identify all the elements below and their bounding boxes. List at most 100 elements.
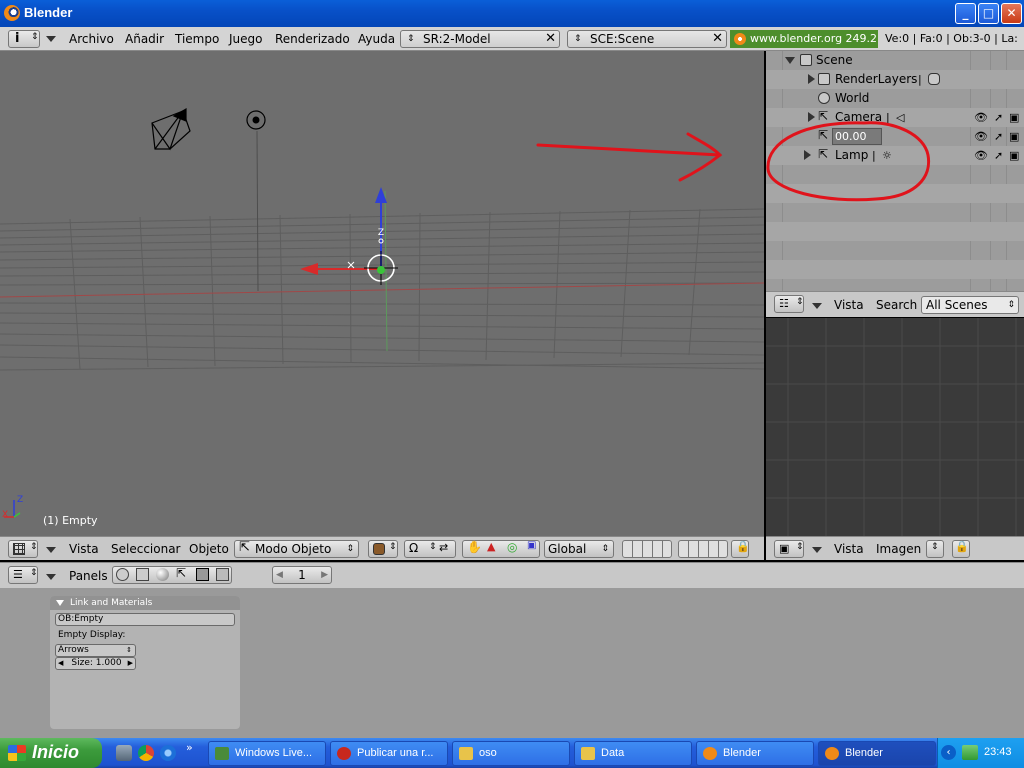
object-name-field[interactable]: OB:Empty: [55, 613, 235, 626]
empty-display-label: Empty Display:: [58, 630, 126, 640]
menu-vista[interactable]: Vista: [834, 298, 864, 312]
orientation-select[interactable]: Global ⇕: [544, 540, 614, 558]
increment-icon[interactable]: ▶: [321, 567, 328, 583]
mode-select[interactable]: ⇱ Modo Objeto ⇕: [234, 540, 359, 558]
lock-button[interactable]: 🔒: [952, 540, 970, 558]
shading-icon: [156, 568, 169, 581]
close-icon[interactable]: ✕: [545, 31, 556, 47]
frame-field[interactable]: ◀ 1 ▶: [272, 566, 332, 584]
task-blender-1[interactable]: Blender: [696, 741, 814, 766]
task-data[interactable]: Data: [574, 741, 692, 766]
image-browse-button[interactable]: ⇕: [926, 540, 944, 558]
windows-logo-icon: [8, 745, 26, 761]
pivot-select[interactable]: Ω ⇕ ⇄: [404, 540, 456, 558]
red-annotation-circle: [766, 121, 931, 202]
increment-icon[interactable]: ▶: [128, 658, 133, 669]
scene-field[interactable]: ⇕ SCE:Scene ✕: [567, 30, 727, 48]
start-button[interactable]: Inicio: [0, 738, 102, 768]
task-opera[interactable]: Publicar una r...: [330, 741, 448, 766]
maximize-button[interactable]: □: [978, 3, 999, 24]
task-windows-live[interactable]: Windows Live...: [208, 741, 326, 766]
updown-icon: ⇕: [796, 297, 804, 307]
script-icon: [136, 568, 149, 581]
menu-anadir[interactable]: Añadir: [125, 32, 164, 46]
more-icon[interactable]: »: [186, 741, 193, 754]
camera-object[interactable]: [151, 107, 191, 151]
manipulator-buttons[interactable]: ✋ ▲ ◎ ▣: [462, 540, 540, 558]
translate-icon: ▲: [487, 540, 496, 553]
y-axis-line: [384, 190, 388, 352]
context-buttons[interactable]: ⇱: [112, 566, 232, 584]
editor-type-select[interactable]: ☷ ⇕: [774, 295, 804, 313]
clock: 23:43: [984, 746, 1012, 758]
menu-imagen[interactable]: Imagen: [876, 542, 921, 556]
rotate-icon: ◎: [507, 540, 518, 554]
internet-explorer-icon[interactable]: [160, 745, 176, 761]
logic-icon: [116, 568, 129, 581]
frame-value: 1: [298, 568, 306, 582]
3d-viewport[interactable]: Z Z X (1) Empty: [0, 51, 764, 536]
updown-icon: ⇕: [30, 568, 38, 578]
draw-type-select[interactable]: ⇕: [368, 540, 398, 558]
outliner[interactable]: Scene RenderLayers | World ⇱ Camera | ◁ …: [766, 51, 1024, 291]
scope-select[interactable]: All Scenes ⇕: [921, 296, 1019, 314]
menu-tiempo[interactable]: Tiempo: [175, 32, 219, 46]
layer-buttons-1[interactable]: [622, 540, 672, 558]
collapse-menu-icon[interactable]: [46, 547, 56, 553]
menu-seleccionar[interactable]: Seleccionar: [111, 542, 180, 556]
collapse-menu-icon[interactable]: [46, 36, 56, 42]
network-icon[interactable]: [962, 745, 978, 760]
image-editor[interactable]: [766, 318, 1024, 536]
axis-z-label: Z: [17, 495, 23, 505]
menu-archivo[interactable]: Archivo: [69, 32, 114, 46]
task-label: Publicar una r...: [357, 747, 434, 759]
pivot-icon: Ω: [409, 541, 419, 555]
updown-icon: ⇕: [931, 542, 939, 552]
scene-stats: Ve:0 | Fa:0 | Ob:3-0 | La:: [885, 32, 1018, 45]
tray-expand-icon[interactable]: ‹: [941, 745, 956, 760]
window-title: Blender: [24, 5, 73, 20]
scene-name: SCE:Scene: [590, 32, 655, 46]
collapse-menu-icon[interactable]: [812, 303, 822, 309]
collapse-menu-icon[interactable]: [46, 574, 56, 580]
menu-search[interactable]: Search: [876, 298, 917, 312]
blender-logo-icon: [4, 5, 20, 21]
editor-type-select[interactable]: ⇕: [8, 540, 38, 558]
windows-live-icon: [215, 747, 229, 760]
close-icon[interactable]: ✕: [712, 31, 723, 47]
lamp-line: [256, 130, 259, 292]
show-desktop-icon[interactable]: [116, 745, 132, 761]
panel-title-label: Link and Materials: [70, 598, 153, 608]
editor-type-select[interactable]: ☰ ⇕: [8, 566, 38, 584]
screen-field[interactable]: ⇕ SR:2-Model ✕: [400, 30, 560, 48]
size-field[interactable]: ◀ Size: 1.000 ▶: [55, 657, 136, 670]
minimize-button[interactable]: _: [955, 3, 976, 24]
editor-type-select[interactable]: ▣ ⇕: [774, 540, 804, 558]
menu-juego[interactable]: Juego: [229, 32, 263, 46]
hand-icon: ✋: [467, 540, 482, 554]
menu-vista[interactable]: Vista: [69, 542, 99, 556]
collapse-menu-icon[interactable]: [812, 547, 822, 553]
collapse-icon[interactable]: [56, 600, 64, 606]
task-blender-2[interactable]: Blender: [818, 741, 936, 766]
decrement-icon[interactable]: ◀: [276, 567, 283, 583]
decrement-icon[interactable]: ◀: [58, 658, 63, 669]
lock-layers-button[interactable]: 🔒: [731, 540, 750, 558]
chrome-icon[interactable]: [138, 745, 154, 761]
panel-title[interactable]: Link and Materials: [50, 596, 240, 610]
gizmo-z-label: Z: [378, 228, 384, 238]
display-type-select[interactable]: Arrows ⇕: [55, 644, 136, 657]
menu-vista[interactable]: Vista: [834, 542, 864, 556]
menu-ayuda[interactable]: Ayuda: [358, 32, 395, 46]
task-oso[interactable]: oso: [452, 741, 570, 766]
axis-x-label: X: [2, 510, 8, 520]
mode-label: Modo Objeto: [255, 542, 332, 556]
menu-renderizado[interactable]: Renderizado: [275, 32, 350, 46]
screen-name: SR:2-Model: [423, 32, 491, 46]
lamp-object[interactable]: [246, 110, 266, 130]
menu-objeto[interactable]: Objeto: [189, 542, 229, 556]
website-text: www.blender.org 249.2: [750, 32, 878, 45]
close-button[interactable]: ✕: [1001, 3, 1022, 24]
layer-buttons-2[interactable]: [678, 540, 728, 558]
editor-type-select[interactable]: i ⇕: [8, 30, 40, 48]
